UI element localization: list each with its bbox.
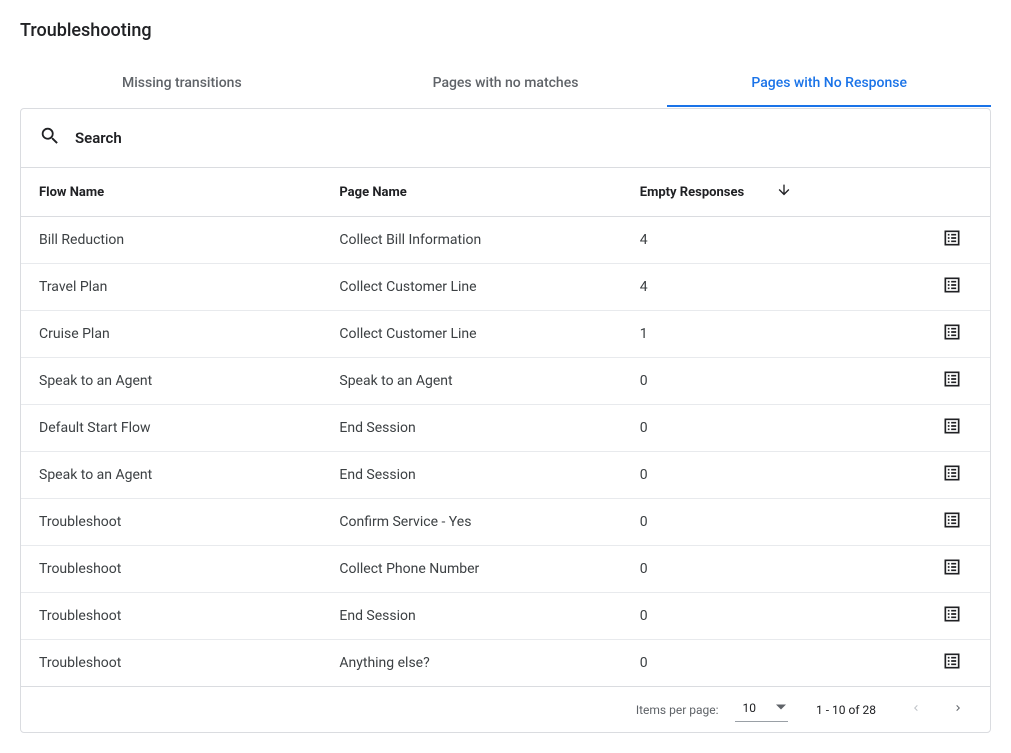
table-row: TroubleshootAnything else?0 [21, 640, 990, 687]
view-details-button[interactable] [942, 463, 962, 487]
table-row: Cruise PlanCollect Customer Line1 [21, 311, 990, 358]
tab-missing-transitions[interactable]: Missing transitions [20, 61, 344, 107]
cell-empty-responses: 0 [622, 593, 893, 640]
list-icon [942, 416, 962, 440]
sort-descending-icon [776, 182, 792, 202]
table-row: Speak to an AgentEnd Session0 [21, 452, 990, 499]
list-icon [942, 510, 962, 534]
table-row: TroubleshootConfirm Service - Yes0 [21, 499, 990, 546]
view-details-button[interactable] [942, 416, 962, 440]
cell-action [893, 311, 990, 358]
cell-flow-name: Troubleshoot [21, 640, 321, 687]
items-per-page-label: Items per page: [636, 703, 719, 717]
list-icon [942, 604, 962, 628]
cell-empty-responses: 1 [622, 311, 893, 358]
tab-pages-no-response[interactable]: Pages with No Response [667, 61, 991, 107]
previous-page-button[interactable] [904, 698, 928, 722]
items-per-page-value: 10 [743, 701, 757, 715]
view-details-button[interactable] [942, 651, 962, 675]
cell-empty-responses: 0 [622, 405, 893, 452]
cell-flow-name: Troubleshoot [21, 546, 321, 593]
list-icon [942, 228, 962, 252]
items-per-page-select[interactable]: 10 [735, 697, 789, 722]
tabs-container: Missing transitions Pages with no matche… [20, 61, 991, 108]
search-label: Search [75, 129, 122, 147]
cell-empty-responses: 4 [622, 217, 893, 264]
cell-flow-name: Default Start Flow [21, 405, 321, 452]
table-row: TroubleshootEnd Session0 [21, 593, 990, 640]
cell-page-name: Collect Customer Line [321, 264, 621, 311]
cell-empty-responses: 0 [622, 452, 893, 499]
cell-action [893, 264, 990, 311]
search-bar[interactable]: Search [21, 109, 990, 168]
list-icon [942, 463, 962, 487]
cell-flow-name: Troubleshoot [21, 593, 321, 640]
cell-action [893, 217, 990, 264]
chevron-left-icon [910, 702, 922, 717]
cell-action [893, 499, 990, 546]
column-header-flow-name[interactable]: Flow Name [21, 168, 321, 217]
cell-action [893, 358, 990, 405]
view-details-button[interactable] [942, 322, 962, 346]
cell-flow-name: Travel Plan [21, 264, 321, 311]
view-details-button[interactable] [942, 369, 962, 393]
chevron-right-icon [952, 702, 964, 717]
pagination-range: 1 - 10 of 28 [816, 703, 876, 717]
page-title: Troubleshooting [20, 20, 991, 41]
list-icon [942, 651, 962, 675]
column-header-empty-responses-label: Empty Responses [640, 185, 744, 200]
list-icon [942, 369, 962, 393]
cell-empty-responses: 4 [622, 264, 893, 311]
table-row: TroubleshootCollect Phone Number0 [21, 546, 990, 593]
view-details-button[interactable] [942, 228, 962, 252]
tab-pages-no-matches[interactable]: Pages with no matches [344, 61, 668, 107]
cell-action [893, 546, 990, 593]
cell-page-name: End Session [321, 452, 621, 499]
cell-empty-responses: 0 [622, 499, 893, 546]
cell-empty-responses: 0 [622, 640, 893, 687]
cell-page-name: Collect Customer Line [321, 311, 621, 358]
list-icon [942, 322, 962, 346]
cell-page-name: Speak to an Agent [321, 358, 621, 405]
column-header-empty-responses[interactable]: Empty Responses [622, 168, 893, 217]
cell-page-name: Anything else? [321, 640, 621, 687]
results-card: Search Flow Name Page Name Empty Respons… [20, 108, 991, 733]
cell-empty-responses: 0 [622, 358, 893, 405]
search-icon [39, 125, 61, 151]
cell-flow-name: Speak to an Agent [21, 452, 321, 499]
cell-page-name: Collect Phone Number [321, 546, 621, 593]
column-header-page-name[interactable]: Page Name [321, 168, 621, 217]
cell-action [893, 452, 990, 499]
table-row: Travel PlanCollect Customer Line4 [21, 264, 990, 311]
view-details-button[interactable] [942, 557, 962, 581]
cell-action [893, 593, 990, 640]
view-details-button[interactable] [942, 510, 962, 534]
cell-flow-name: Speak to an Agent [21, 358, 321, 405]
table-row: Default Start FlowEnd Session0 [21, 405, 990, 452]
column-header-action [893, 168, 990, 217]
dropdown-icon [776, 701, 786, 715]
cell-action [893, 640, 990, 687]
cell-flow-name: Cruise Plan [21, 311, 321, 358]
list-icon [942, 275, 962, 299]
view-details-button[interactable] [942, 275, 962, 299]
cell-flow-name: Troubleshoot [21, 499, 321, 546]
table-row: Speak to an AgentSpeak to an Agent0 [21, 358, 990, 405]
items-per-page: Items per page: 10 [636, 697, 788, 722]
pager-buttons [904, 698, 970, 722]
cell-page-name: End Session [321, 593, 621, 640]
list-icon [942, 557, 962, 581]
view-details-button[interactable] [942, 604, 962, 628]
cell-page-name: End Session [321, 405, 621, 452]
results-table: Flow Name Page Name Empty Responses Bill… [21, 168, 990, 687]
cell-flow-name: Bill Reduction [21, 217, 321, 264]
cell-page-name: Confirm Service - Yes [321, 499, 621, 546]
cell-action [893, 405, 990, 452]
next-page-button[interactable] [946, 698, 970, 722]
cell-empty-responses: 0 [622, 546, 893, 593]
cell-page-name: Collect Bill Information [321, 217, 621, 264]
pagination-bar: Items per page: 10 1 - 10 of 28 [21, 687, 990, 732]
table-row: Bill ReductionCollect Bill Information4 [21, 217, 990, 264]
